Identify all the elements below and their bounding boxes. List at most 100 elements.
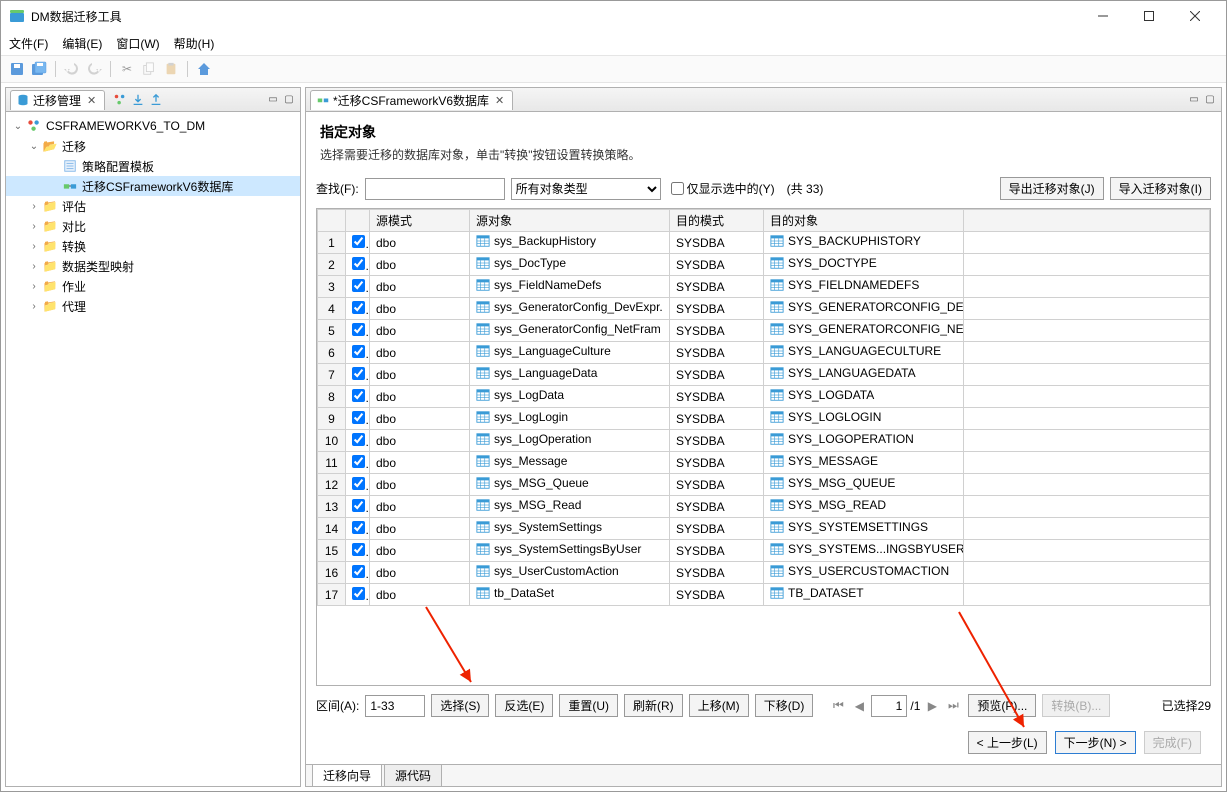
type-select[interactable]: 所有对象类型 [511, 178, 661, 200]
row-checkbox[interactable] [352, 345, 365, 358]
table-row[interactable]: 9dbosys_LogLoginSYSDBASYS_LOGLOGIN [318, 408, 1210, 430]
tree-compare[interactable]: › 📁 对比 [6, 216, 300, 236]
table-row[interactable]: 3dbosys_FieldNameDefsSYSDBASYS_FIELDNAME… [318, 276, 1210, 298]
table-row[interactable]: 7dbosys_LanguageDataSYSDBASYS_LANGUAGEDA… [318, 364, 1210, 386]
tree-typemap[interactable]: › 📁 数据类型映射 [6, 256, 300, 276]
row-checkbox[interactable] [352, 521, 365, 534]
table-row[interactable]: 1dbosys_BackupHistorySYSDBASYS_BACKUPHIS… [318, 232, 1210, 254]
table-row[interactable]: 12dbosys_MSG_QueueSYSDBASYS_MSG_QUEUE [318, 474, 1210, 496]
expand-icon[interactable]: › [26, 281, 42, 292]
refresh-button[interactable]: 刷新(R) [624, 694, 683, 717]
col-dst-schema[interactable]: 目的模式 [670, 210, 764, 232]
table-row[interactable]: 2dbosys_DocTypeSYSDBASYS_DOCTYPE [318, 254, 1210, 276]
menu-edit[interactable]: 编辑(E) [62, 35, 102, 52]
paste-icon[interactable] [163, 61, 179, 77]
redo-icon[interactable] [86, 61, 102, 77]
tree-root[interactable]: ⌄ CSFRAMEWORKV6_TO_DM [6, 116, 300, 136]
tab-editor[interactable]: *迁移CSFrameworkV6数据库 ✕ [310, 90, 513, 110]
table-row[interactable]: 5dbosys_GeneratorConfig_NetFramSYSDBASYS… [318, 320, 1210, 342]
panel-minimize-icon[interactable]: ▭ [266, 93, 280, 107]
table-scroll[interactable]: 源模式 源对象 目的模式 目的对象 1dbosys_BackupHistoryS… [317, 209, 1210, 685]
page-last-icon[interactable]: ⏭ [944, 697, 962, 715]
row-checkbox[interactable] [352, 433, 365, 446]
minimize-button[interactable] [1080, 1, 1126, 31]
export-button[interactable]: 导出迁移对象(J) [1000, 177, 1104, 200]
page-next-icon[interactable]: ▶ [923, 697, 941, 715]
menu-window[interactable]: 窗口(W) [116, 35, 159, 52]
next-button[interactable]: 下一步(N) > [1055, 731, 1136, 754]
tab-source[interactable]: 源代码 [384, 764, 442, 786]
invert-button[interactable]: 反选(E) [495, 694, 553, 717]
table-row[interactable]: 8dbosys_LogDataSYSDBASYS_LOGDATA [318, 386, 1210, 408]
row-checkbox[interactable] [352, 235, 365, 248]
menu-help[interactable]: 帮助(H) [174, 35, 215, 52]
expand-icon[interactable]: › [26, 201, 42, 212]
col-dst-obj[interactable]: 目的对象 [764, 210, 964, 232]
tree-icon[interactable] [113, 93, 127, 107]
cut-icon[interactable]: ✂ [119, 61, 135, 77]
tab-migration-mgr[interactable]: 迁移管理 ✕ [10, 90, 105, 110]
copy-icon[interactable] [141, 61, 157, 77]
row-checkbox[interactable] [352, 499, 365, 512]
table-row[interactable]: 10dbosys_LogOperationSYSDBASYS_LOGOPERAT… [318, 430, 1210, 452]
movedown-button[interactable]: 下移(D) [755, 694, 814, 717]
search-input[interactable] [365, 178, 505, 200]
save-all-icon[interactable] [31, 61, 47, 77]
expand-icon[interactable]: ⌄ [10, 121, 26, 132]
table-row[interactable]: 16dbosys_UserCustomActionSYSDBASYS_USERC… [318, 562, 1210, 584]
tree-jobs[interactable]: › 📁 作业 [6, 276, 300, 296]
tree-convert[interactable]: › 📁 转换 [6, 236, 300, 256]
preview-button[interactable]: 预览(P)... [968, 694, 1036, 717]
page-prev-icon[interactable]: ◀ [850, 697, 868, 715]
reset-button[interactable]: 重置(U) [559, 694, 618, 717]
tree-agent[interactable]: › 📁 代理 [6, 296, 300, 316]
undo-icon[interactable] [64, 61, 80, 77]
tree-migration[interactable]: ⌄ 📂 迁移 [6, 136, 300, 156]
row-checkbox[interactable] [352, 565, 365, 578]
col-src-obj[interactable]: 源对象 [470, 210, 670, 232]
tab-close-icon[interactable]: ✕ [493, 94, 506, 107]
export-icon[interactable] [149, 93, 163, 107]
tree-item-migrate-db[interactable]: 迁移CSFrameworkV6数据库 [6, 176, 300, 196]
prev-button[interactable]: < 上一步(L) [968, 731, 1047, 754]
table-row[interactable]: 14dbosys_SystemSettingsSYSDBASYS_SYSTEMS… [318, 518, 1210, 540]
expand-icon[interactable]: › [26, 221, 42, 232]
table-row[interactable]: 15dbosys_SystemSettingsByUserSYSDBASYS_S… [318, 540, 1210, 562]
row-checkbox[interactable] [352, 257, 365, 270]
row-checkbox[interactable] [352, 279, 365, 292]
panel-maximize-icon[interactable]: ▢ [1203, 93, 1217, 107]
table-row[interactable]: 13dbosys_MSG_ReadSYSDBASYS_MSG_READ [318, 496, 1210, 518]
row-checkbox[interactable] [352, 587, 365, 600]
row-checkbox[interactable] [352, 301, 365, 314]
maximize-button[interactable] [1126, 1, 1172, 31]
menu-file[interactable]: 文件(F) [9, 35, 48, 52]
row-checkbox[interactable] [352, 455, 365, 468]
row-checkbox[interactable] [352, 323, 365, 336]
range-input[interactable] [365, 695, 425, 717]
import-icon[interactable] [131, 93, 145, 107]
home-icon[interactable] [196, 61, 212, 77]
panel-maximize-icon[interactable]: ▢ [282, 93, 296, 107]
tree-item-templates[interactable]: 策略配置模板 [6, 156, 300, 176]
table-row[interactable]: 17dbotb_DataSetSYSDBATB_DATASET [318, 584, 1210, 606]
moveup-button[interactable]: 上移(M) [689, 694, 749, 717]
import-button[interactable]: 导入迁移对象(I) [1110, 177, 1211, 200]
row-checkbox[interactable] [352, 389, 365, 402]
save-icon[interactable] [9, 61, 25, 77]
row-checkbox[interactable] [352, 411, 365, 424]
table-row[interactable]: 4dbosys_GeneratorConfig_DevExpr.SYSDBASY… [318, 298, 1210, 320]
page-first-icon[interactable]: ⏮ [829, 697, 847, 715]
table-row[interactable]: 11dbosys_MessageSYSDBASYS_MESSAGE [318, 452, 1210, 474]
expand-icon[interactable]: › [26, 261, 42, 272]
tab-close-icon[interactable]: ✕ [85, 94, 98, 107]
row-checkbox[interactable] [352, 477, 365, 490]
tab-wizard[interactable]: 迁移向导 [312, 764, 382, 786]
close-button[interactable] [1172, 1, 1218, 31]
only-selected-checkbox[interactable]: 仅显示选中的(Y) [671, 180, 775, 197]
select-button[interactable]: 选择(S) [431, 694, 489, 717]
row-checkbox[interactable] [352, 543, 365, 556]
row-checkbox[interactable] [352, 367, 365, 380]
col-src-schema[interactable]: 源模式 [370, 210, 470, 232]
expand-icon[interactable]: › [26, 241, 42, 252]
panel-minimize-icon[interactable]: ▭ [1187, 93, 1201, 107]
